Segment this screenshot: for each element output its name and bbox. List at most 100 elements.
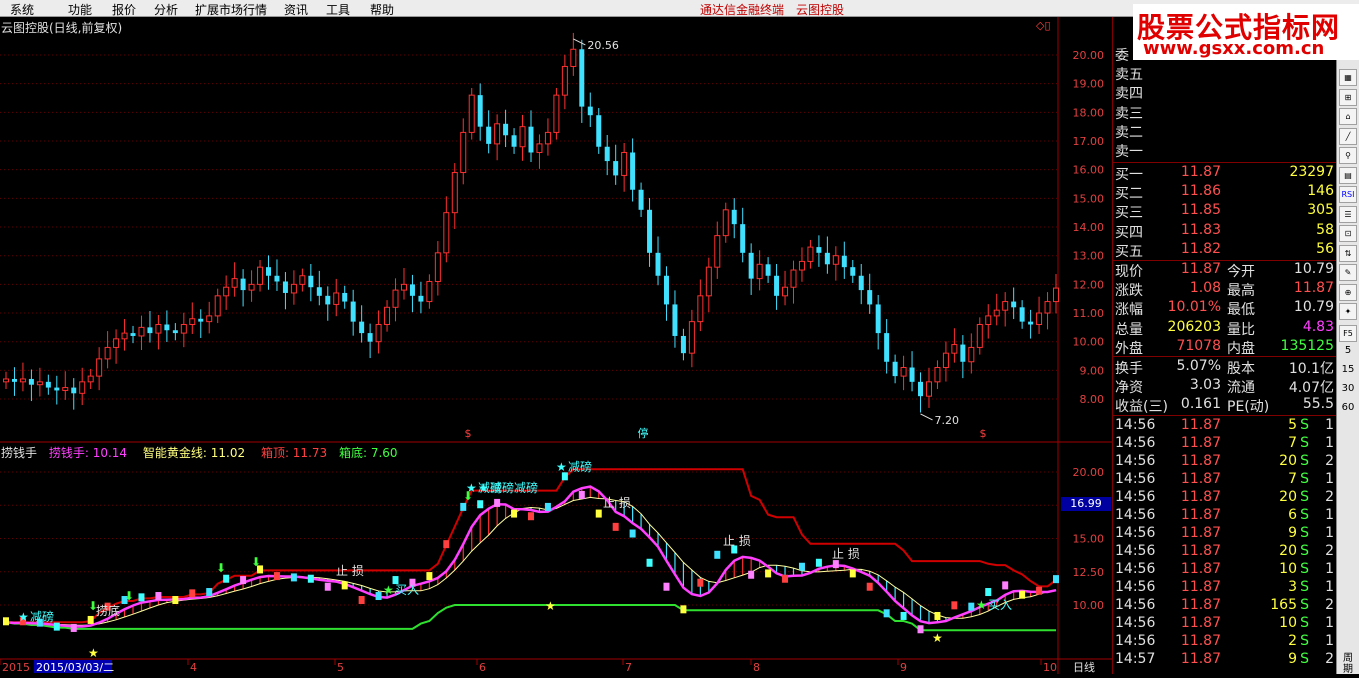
tick-count: 1	[1325, 507, 1334, 523]
period-toggle[interactable]: 周期	[1339, 653, 1357, 675]
toolbar-tool-icon[interactable]: ✦	[1339, 303, 1357, 320]
indicator-candle	[798, 562, 805, 571]
indicator-tick-label: 12.50	[1073, 566, 1105, 579]
fund-value: 0.161	[1180, 396, 1221, 413]
candle-body	[968, 346, 975, 363]
candle-body	[257, 266, 264, 285]
tick-price: 11.87	[1180, 579, 1221, 595]
candle-body	[579, 49, 585, 107]
toolbar-tool-icon[interactable]: ⌂	[1339, 108, 1357, 125]
period-button[interactable]: 15	[1339, 364, 1357, 375]
candle-body	[850, 267, 856, 276]
menu-extended-market[interactable]: 扩展市场行情	[195, 1, 267, 18]
fund-label: 净资	[1115, 380, 1143, 397]
fund-label: 收益(三)	[1115, 399, 1168, 416]
toolbar-tool-icon[interactable]: ▤	[1339, 166, 1357, 184]
kline-chart[interactable]: 20.00 19.00 18.00 17.00 16.00 15.00 14.00 13.00…	[0, 17, 1112, 674]
menu-tools[interactable]: 工具	[326, 1, 350, 18]
menu-quote[interactable]: 报价	[112, 1, 136, 18]
indicator-value-3: 箱顶: 11.73	[260, 446, 328, 460]
fundamental-row: 净资 3.03 流通 4.07亿	[1113, 376, 1337, 397]
signal-star-icon: ★	[976, 598, 987, 612]
tick-volume: 10	[1279, 615, 1297, 631]
candle-body	[494, 123, 501, 145]
tick-side: S	[1300, 489, 1309, 505]
toolbar-tool-icon[interactable]: ⇅	[1339, 244, 1357, 262]
candle-body	[189, 318, 196, 325]
price-tick-label: 13.00	[1073, 250, 1105, 263]
price-tick-label: 20.00	[1073, 49, 1105, 62]
tick-volume: 6	[1288, 507, 1297, 523]
candle-body	[942, 352, 949, 369]
candle-body	[443, 212, 450, 254]
candle-body	[782, 286, 789, 297]
fund-value: 55.5	[1302, 396, 1334, 413]
candle-body	[290, 283, 297, 294]
tick-volume: 2	[1288, 633, 1297, 649]
toolbar-tool-icon[interactable]: ☰	[1339, 205, 1357, 223]
toolbar-tool-icon[interactable]: ⊕	[1339, 283, 1357, 301]
chart-canvas[interactable]: 20.00 19.00 18.00 17.00 16.00 15.00 14.00 13.00…	[0, 17, 1112, 674]
toolbar-tool-icon[interactable]: ╱	[1339, 127, 1357, 145]
indicator-candle	[528, 512, 534, 521]
tick-volume: 20	[1279, 453, 1297, 469]
candle-body	[342, 292, 348, 302]
toolbar-tool-icon[interactable]: ⚲	[1339, 147, 1357, 164]
stat-label: 内盘	[1227, 340, 1255, 357]
toolbar-tool-icon[interactable]: ⊡	[1339, 225, 1357, 242]
rsi-button[interactable]: RSI	[1339, 186, 1357, 203]
buy-label: 买一	[1115, 167, 1143, 183]
tick-side: S	[1300, 579, 1309, 595]
fund-label: 股本	[1227, 361, 1255, 377]
candle-body	[282, 281, 288, 293]
indicator-candle	[53, 622, 60, 631]
indicator-candle	[273, 572, 280, 581]
signal-star-icon: ★	[18, 610, 29, 624]
menu-function[interactable]: 功能	[68, 1, 92, 18]
tick-volume: 20	[1279, 489, 1297, 505]
candle-body	[816, 247, 822, 253]
price-tick-label: 15.00	[1073, 192, 1105, 205]
buy-row: 买二 11.86 146	[1113, 182, 1337, 202]
menu-news[interactable]: 资讯	[284, 1, 308, 18]
candle-body	[180, 323, 187, 334]
buy-row: 买一 11.87 23297	[1113, 163, 1337, 183]
signal-label: 止 损	[603, 496, 631, 510]
candle-body	[985, 315, 992, 325]
menu-analysis[interactable]: 分析	[154, 1, 178, 18]
side-toolbar: ▦ ⊞ ⌂ ╱ ⚲ ▤ RSI ☰ ⊡ ⇅ ✎ ⊕ ✦ F5 5 15 30 60 周期	[1336, 17, 1359, 675]
period-button[interactable]: 30	[1339, 383, 1357, 394]
cursor-value-badge: 16.99	[1061, 497, 1111, 511]
candle-body	[638, 189, 644, 210]
toolbar-tool-icon[interactable]: ⊞	[1339, 88, 1357, 106]
price-tick-label: 10.00	[1073, 336, 1105, 349]
period-button[interactable]: 60	[1339, 402, 1357, 413]
candle-body	[316, 287, 322, 296]
indicator-candle	[460, 502, 467, 511]
toolbar-tool-icon[interactable]: ▦	[1339, 69, 1357, 86]
chart-window-icons[interactable]: ◇▯	[1036, 19, 1051, 32]
candle-body	[925, 381, 932, 397]
toolbar-tool-icon[interactable]: ✎	[1339, 264, 1357, 281]
indicator-candle	[629, 529, 636, 538]
watermark-logo: 股票公式指标网 www.gsxx.com.cn	[1133, 4, 1359, 60]
f5-button[interactable]: F5	[1339, 324, 1357, 342]
menu-system[interactable]: 系统	[10, 1, 34, 18]
tick-row: 14:57 11.87 9 S 2	[1113, 650, 1337, 669]
tick-price: 11.87	[1180, 435, 1221, 451]
watermark-url: www.gsxx.com.cn	[1143, 38, 1325, 59]
tick-count: 2	[1325, 543, 1334, 559]
candle-body	[62, 387, 69, 391]
tick-volume: 10	[1279, 561, 1297, 577]
menu-help[interactable]: 帮助	[370, 1, 394, 18]
period-button[interactable]: 5	[1339, 345, 1357, 356]
indicator-candle	[155, 592, 162, 601]
sell-row: 卖四	[1113, 82, 1337, 102]
indicator-candle	[240, 576, 247, 585]
tick-count: 2	[1325, 453, 1334, 469]
candle-body	[223, 286, 230, 297]
tick-price: 11.87	[1180, 489, 1221, 505]
indicator-candle	[951, 601, 958, 610]
candle-body	[367, 333, 373, 342]
sell-label: 卖二	[1115, 124, 1143, 141]
